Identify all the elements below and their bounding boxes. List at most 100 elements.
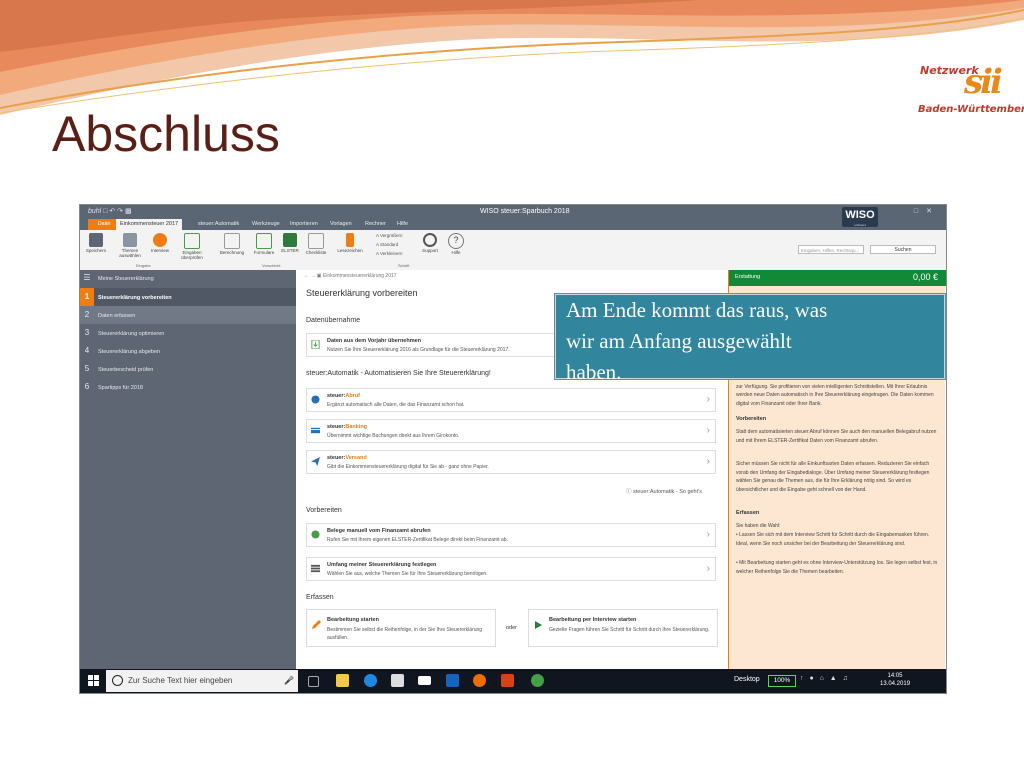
window-controls[interactable]: □✕ [914, 207, 940, 215]
info-text-3: Sie haben die Wahl: [736, 523, 781, 529]
sidebar-item-abgeben[interactable]: 4 Steuererklärung abgeben [80, 342, 296, 360]
menu-einkommensteuer[interactable]: Einkommensteuer 2017 [116, 219, 183, 230]
chevron-right-icon: › [706, 456, 710, 467]
sidebar-item-bescheid-pruefen[interactable]: 5 Steuerbescheid prüfen [80, 360, 296, 378]
ribbon: Speichern Themen auswählen Interview Ein… [80, 230, 946, 271]
info-bullet-2: • Mit Bearbeitung starten geht es ohne I… [736, 560, 938, 575]
card-title-prefix: steuer: [327, 455, 346, 461]
clock-time: 14:05 [887, 673, 903, 679]
taskbar-search-input[interactable]: Zur Suche Text hier eingeben 🎤 [106, 670, 298, 692]
card-title-name: Abruf [345, 393, 361, 399]
interview-icon [153, 233, 167, 247]
card-umfang-festlegen[interactable]: Umfang meiner Steuererklärung festlegen … [306, 557, 716, 581]
select-topics-button[interactable]: Themen auswählen [116, 233, 144, 258]
play-icon [535, 621, 542, 629]
card-steuer-versand[interactable]: steuer:Versand Gibt die Einkommensteuere… [306, 450, 716, 474]
calculation-button[interactable]: Berechnung [218, 233, 246, 255]
automatik-help-label: steuer:Automatik - So geht's [633, 489, 702, 495]
windows-start-icon[interactable] [88, 675, 99, 686]
forms-label: Formulare [253, 250, 275, 255]
clock[interactable]: 14:05 13.04.2019 [880, 672, 910, 688]
clock-date: 13.04.2019 [880, 681, 911, 687]
check-entries-button[interactable]: Eingaben überprüfen [178, 233, 206, 260]
sidebar-item-spartipps[interactable]: 6 Spartipps für 2018 [80, 378, 296, 396]
elster-icon [283, 233, 297, 247]
headset-icon [423, 233, 437, 247]
search-button[interactable]: Suchen [870, 245, 936, 254]
calculation-label: Berechnung [219, 250, 245, 255]
task-view-icon[interactable] [308, 676, 319, 687]
bookmark-icon [346, 233, 354, 247]
microphone-icon[interactable]: 🎤 [284, 670, 294, 692]
page-heading: Steuererklärung vorbereiten [306, 288, 418, 298]
paper-plane-icon [311, 457, 320, 466]
quick-access-toolbar[interactable]: buhl □ ↶ ↷ ▩ [88, 207, 132, 215]
card-subtitle: Rufen Sie mit Ihrem eigenen ELSTER-Zerti… [327, 537, 508, 543]
sidebar-item-daten-erfassen[interactable]: 2 Daten erfassen [80, 306, 296, 324]
sidebar-item-vorbereiten[interactable]: 1 Steuererklärung vorbereiten [80, 288, 296, 306]
checklist-button[interactable]: Checkliste [302, 233, 330, 255]
menu-bar: Datei Einkommensteuer 2017 steuer:Automa… [80, 219, 946, 230]
elster-button[interactable]: ELSTER [276, 233, 304, 253]
card-title-name: Banking [345, 424, 368, 430]
card-title: Belege manuell vom Finanzamt abrufen [327, 528, 431, 534]
breadcrumb[interactable]: ← → ▣ Einkommensteuererklärung 2017 [304, 273, 397, 279]
font-larger-option[interactable]: A Vergrößern [376, 233, 403, 238]
save-button[interactable]: Speichern [82, 233, 110, 253]
card-belege-abrufen[interactable]: Belege manuell vom Finanzamt abrufen Ruf… [306, 523, 716, 547]
support-button[interactable]: Support [416, 233, 444, 253]
sidebar-header-label: Meine Steuererklärung [98, 276, 154, 282]
bookmarks-button[interactable]: Lesezeichen [336, 233, 364, 253]
font-smaller-option[interactable]: A Verkleinern [376, 251, 403, 256]
check-entries-label: Eingaben überprüfen [181, 250, 203, 260]
forms-button[interactable]: Formulare [250, 233, 278, 255]
card-bearbeitung-starten[interactable]: Bearbeitung starten Bestimmen Sie selbst… [306, 609, 496, 647]
brand-logo: buhl [88, 208, 102, 215]
taskbar-search-placeholder: Zur Suche Text hier eingeben [128, 676, 233, 685]
firefox-icon[interactable] [473, 674, 486, 687]
card-title: Bearbeitung starten [327, 617, 379, 623]
menu-hilfe[interactable]: Hilfe [393, 219, 412, 230]
list-icon [311, 564, 320, 573]
chevron-right-icon: › [706, 394, 710, 405]
section-erfassen: Erfassen [306, 594, 334, 601]
edge-browser-icon[interactable] [364, 674, 377, 687]
step-number: 6 [84, 382, 90, 391]
menu-importieren[interactable]: Importieren [286, 219, 322, 230]
desktop-toolbar[interactable]: Desktop [734, 676, 760, 683]
menu-werkzeuge[interactable]: Werkzeuge [248, 219, 284, 230]
card-steuer-abruf[interactable]: steuer:Abruf Ergänzt automatisch alle Da… [306, 388, 716, 412]
outlook-icon[interactable] [446, 674, 459, 687]
menu-steuer-automatik[interactable]: steuer:Automatik [194, 219, 243, 230]
font-standard-option[interactable]: A Standard [376, 242, 398, 247]
wiso-logo-text: WISO [845, 209, 875, 221]
store-icon[interactable] [391, 674, 404, 687]
wiso-logo-sub: software [853, 223, 867, 227]
calculation-icon [224, 233, 240, 249]
sidebar-item-label: Steuererklärung optimieren [98, 331, 165, 337]
powerpoint-icon[interactable] [501, 674, 514, 687]
file-explorer-icon[interactable] [336, 674, 349, 687]
wiso-taskbar-icon[interactable] [531, 674, 544, 687]
help-button[interactable]: ? Hilfe [442, 233, 470, 255]
sidebar-header[interactable]: ☰ Meine Steuererklärung [80, 270, 296, 285]
menu-rechner[interactable]: Rechner [361, 219, 390, 230]
header-waves [0, 0, 1024, 115]
breadcrumb-label: Einkommensteuererklärung 2017 [322, 273, 397, 279]
system-tray-icons[interactable]: ↑ ● ⌂ ▲ ♫ [800, 675, 850, 682]
card-title: Umfang meiner Steuererklärung festlegen [327, 562, 437, 568]
sidebar-item-optimieren[interactable]: 3 Steuererklärung optimieren [80, 324, 296, 342]
step-number: 2 [84, 310, 90, 319]
card-steuer-banking[interactable]: steuer:Banking Übernimmt wichtige Buchun… [306, 419, 716, 443]
automatik-help-link[interactable]: ⓘ steuer:Automatik - So geht's [626, 487, 702, 495]
bank-card-icon [311, 427, 320, 434]
search-input[interactable]: Eingaben, Hilfen, Rechtsqu... [798, 245, 864, 254]
refund-header: Erstattung 0,00 € [729, 270, 946, 286]
mail-icon[interactable] [418, 676, 431, 685]
battery-indicator[interactable]: 100% [768, 675, 796, 687]
chevron-right-icon: › [706, 529, 710, 540]
card-interview-starten[interactable]: Bearbeitung per Interview starten Geziel… [528, 609, 718, 647]
menu-vorlagen[interactable]: Vorlagen [326, 219, 356, 230]
interview-button[interactable]: Interview [146, 233, 174, 253]
cortana-icon [112, 675, 123, 686]
